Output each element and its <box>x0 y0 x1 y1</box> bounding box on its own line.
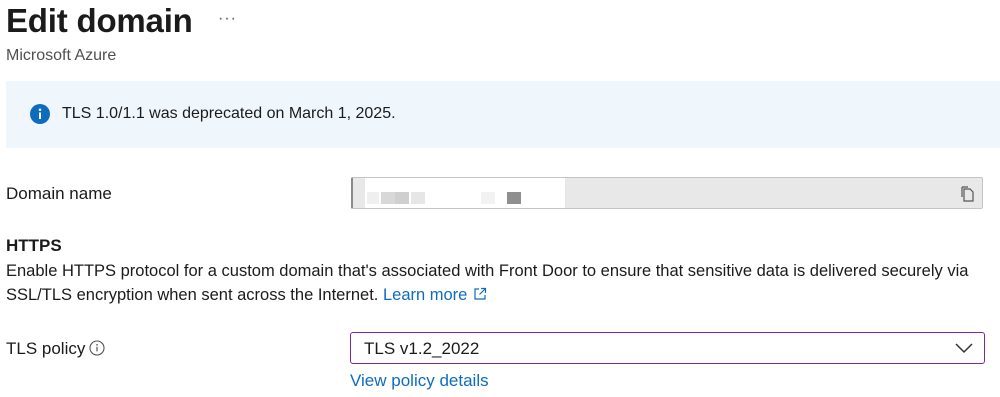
domain-name-label: Domain name <box>6 184 112 203</box>
tls-policy-selected: TLS v1.2_2022 <box>364 339 480 358</box>
tls-policy-dropdown[interactable]: TLS v1.2_2022 <box>350 332 985 364</box>
more-options-button[interactable]: ··· <box>218 10 237 28</box>
https-section-title: HTTPS <box>6 236 62 255</box>
redaction-pixel <box>481 192 495 204</box>
chevron-down-icon <box>955 343 973 354</box>
view-policy-details-link[interactable]: View policy details <box>350 371 489 391</box>
learn-more-link[interactable]: Learn more <box>383 286 487 304</box>
info-tooltip-icon[interactable] <box>89 340 105 356</box>
redaction-pixel <box>507 192 521 204</box>
learn-more-label: Learn more <box>382 286 468 304</box>
external-link-icon <box>474 287 487 300</box>
redaction-pixel <box>367 192 379 204</box>
tls-policy-label: TLS policy <box>6 339 86 358</box>
copy-icon[interactable] <box>960 186 974 202</box>
domain-name-field[interactable] <box>351 177 983 209</box>
info-icon <box>30 104 50 124</box>
redaction-pixel <box>411 192 425 204</box>
page-title: Edit domain <box>6 2 193 39</box>
https-description: Enable HTTPS protocol for a custom domai… <box>6 259 986 307</box>
info-banner: TLS 1.0/1.1 was deprecated on March 1, 2… <box>6 81 1000 148</box>
redaction-pixel <box>395 192 409 204</box>
redaction-pixel <box>381 192 395 204</box>
banner-message: TLS 1.0/1.1 was deprecated on March 1, 2… <box>62 105 396 122</box>
page-subtitle: Microsoft Azure <box>6 47 117 64</box>
